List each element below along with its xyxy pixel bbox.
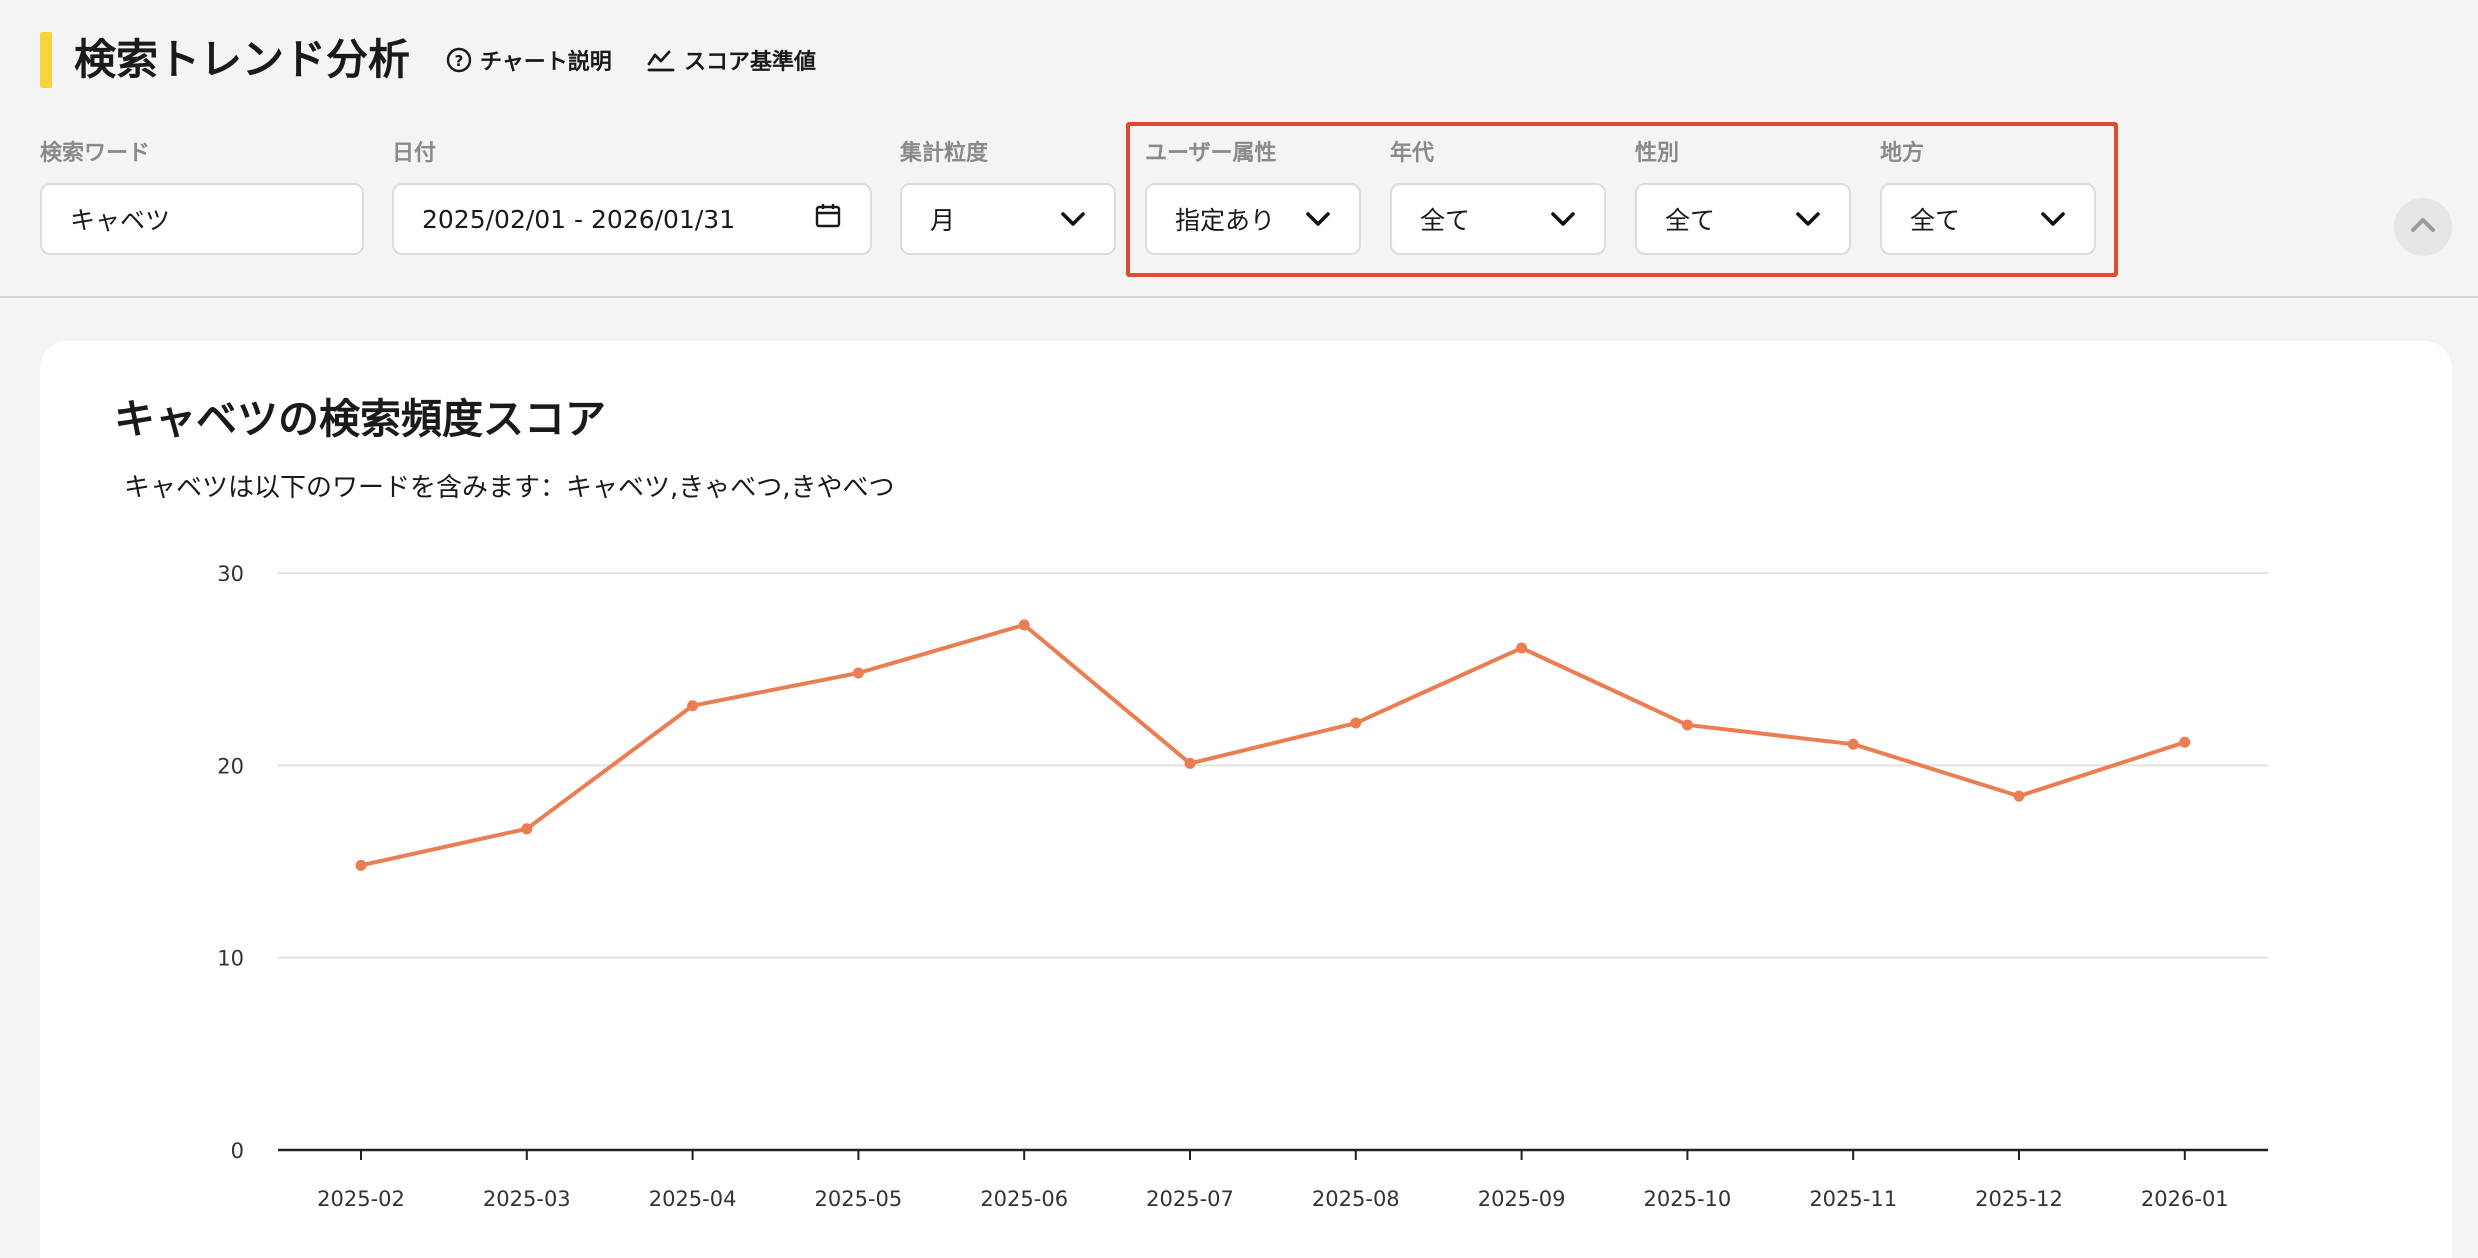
- x-tick-label: 2025-06: [980, 1187, 1068, 1211]
- data-point: [1184, 757, 1196, 769]
- y-tick-label: 20: [217, 754, 244, 778]
- series-line: [359, 622, 2187, 868]
- y-tick-label: 0: [231, 1139, 244, 1163]
- x-tick-label: 2025-04: [649, 1187, 737, 1211]
- x-tick-label: 2025-03: [483, 1187, 571, 1211]
- data-point: [1516, 642, 1528, 654]
- x-tick-label: 2025-05: [815, 1187, 903, 1211]
- data-point: [521, 823, 533, 835]
- data-point: [355, 859, 367, 871]
- x-tick-label: 2025-09: [1478, 1187, 1566, 1211]
- data-point: [1681, 719, 1693, 731]
- data-point: [1350, 717, 1362, 729]
- y-tick-label: 30: [217, 562, 244, 586]
- data-point: [1847, 738, 1859, 750]
- data-point: [687, 700, 699, 712]
- y-tick-label: 10: [217, 947, 244, 971]
- x-tick-label: 2025-12: [1975, 1187, 2063, 1211]
- data-point: [852, 667, 864, 679]
- x-tick-label: 2026-01: [2141, 1187, 2229, 1211]
- data-point: [1018, 619, 1030, 631]
- x-tick-label: 2025-08: [1312, 1187, 1400, 1211]
- data-point: [2179, 736, 2191, 748]
- x-tick-label: 2025-02: [317, 1187, 405, 1211]
- x-tick-label: 2025-07: [1146, 1187, 1234, 1211]
- line-chart: 0 10 20 30 2025-02 2025-03 2025-04 2025-05 2025-…: [217, 562, 2268, 1211]
- data-point: [2013, 790, 2025, 802]
- x-tick-label: 2025-11: [1809, 1187, 1897, 1211]
- x-tick-label: 2025-10: [1644, 1187, 1732, 1211]
